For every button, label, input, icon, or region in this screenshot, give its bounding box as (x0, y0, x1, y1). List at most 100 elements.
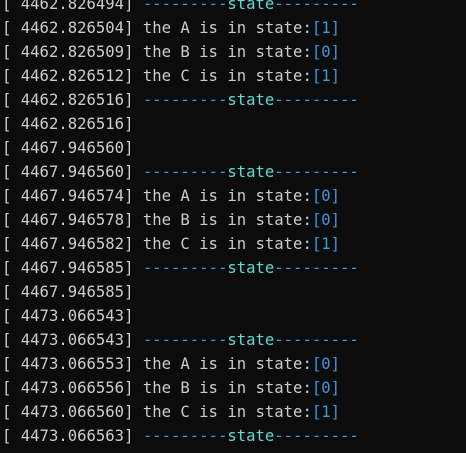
log-line: [ 4467.946585] (0, 280, 466, 304)
separator-dashes: --------- (142, 163, 228, 181)
timestamp-open-bracket: [ (2, 427, 21, 445)
timestamp-open-bracket: [ (2, 43, 21, 61)
separator-label: state (227, 0, 275, 13)
separator-dashes: --------- (142, 427, 228, 445)
separator-dashes: --------- (274, 91, 359, 109)
value-open-bracket: [ (311, 187, 322, 205)
separator-dashes: --------- (142, 259, 228, 277)
separator-label: state (227, 331, 275, 349)
value-close-bracket: ] (330, 211, 341, 229)
state-value: 1 (321, 67, 331, 85)
timestamp: 4467.946582 (20, 235, 125, 253)
log-line: [ 4467.946585] ---------state--------- (0, 256, 466, 280)
separator-dashes: --------- (274, 0, 359, 13)
state-value: 0 (321, 187, 331, 205)
timestamp-open-bracket: [ (2, 211, 21, 229)
separator-dashes: --------- (274, 163, 359, 181)
timestamp: 4467.946560 (20, 139, 125, 157)
value-open-bracket: [ (311, 355, 322, 373)
value-close-bracket: ] (330, 235, 341, 253)
log-line: [ 4467.946578] the B is in state:[0] (0, 208, 466, 232)
separator-dashes: --------- (142, 0, 228, 13)
timestamp: 4473.066553 (20, 355, 125, 373)
timestamp: 4467.946560 (20, 163, 125, 181)
state-value: 1 (321, 235, 331, 253)
log-line: [ 4467.946560] (0, 136, 466, 160)
state-text: the A is in state: (133, 19, 312, 37)
timestamp: 4473.066560 (20, 403, 125, 421)
log-line: [ 4462.826516] (0, 112, 466, 136)
state-text: the B is in state: (133, 211, 312, 229)
timestamp-open-bracket: [ (2, 403, 21, 421)
timestamp-open-bracket: [ (2, 235, 21, 253)
timestamp: 4473.066556 (20, 379, 125, 397)
value-open-bracket: [ (311, 67, 322, 85)
state-text: the B is in state: (133, 379, 312, 397)
timestamp-open-bracket: [ (2, 379, 21, 397)
log-line: [ 4462.826512] the C is in state:[1] (0, 64, 466, 88)
value-open-bracket: [ (311, 403, 322, 421)
separator-dashes: --------- (274, 259, 359, 277)
timestamp: 4462.826509 (20, 43, 125, 61)
separator-label: state (227, 427, 275, 445)
value-close-bracket: ] (330, 403, 341, 421)
timestamp: 4467.946585 (20, 283, 125, 301)
value-close-bracket: ] (330, 379, 341, 397)
log-line: [ 4462.826494] ---------state--------- (0, 0, 466, 16)
state-value: 0 (321, 211, 331, 229)
timestamp-open-bracket: [ (2, 283, 21, 301)
state-value: 1 (321, 19, 331, 37)
state-text: the C is in state: (133, 67, 312, 85)
log-line: [ 4473.066543] (0, 304, 466, 328)
timestamp-close-bracket: ] (124, 115, 134, 133)
timestamp-close-bracket: ] (124, 283, 134, 301)
value-open-bracket: [ (311, 379, 322, 397)
timestamp: 4467.946578 (20, 211, 125, 229)
timestamp: 4462.826504 (20, 19, 125, 37)
timestamp-close-bracket: ] (124, 307, 134, 325)
timestamp-open-bracket: [ (2, 331, 21, 349)
value-close-bracket: ] (330, 19, 341, 37)
log-line: [ 4462.826509] the B is in state:[0] (0, 40, 466, 64)
timestamp-open-bracket: [ (2, 139, 21, 157)
timestamp-open-bracket: [ (2, 0, 21, 13)
timestamp: 4462.826512 (20, 67, 125, 85)
timestamp: 4473.066543 (20, 331, 125, 349)
state-value: 0 (321, 43, 331, 61)
terminal-output[interactable]: [ 4462.826494] ---------state---------[ … (0, 0, 466, 448)
log-line: [ 4473.066560] the C is in state:[1] (0, 400, 466, 424)
value-open-bracket: [ (311, 43, 322, 61)
log-line: [ 4462.826516] ---------state--------- (0, 88, 466, 112)
value-open-bracket: [ (311, 235, 322, 253)
state-value: 0 (321, 355, 331, 373)
state-text: the A is in state: (133, 355, 312, 373)
log-line: [ 4462.826504] the A is in state:[1] (0, 16, 466, 40)
timestamp: 4467.946574 (20, 187, 125, 205)
log-line: [ 4473.066563] ---------state--------- (0, 424, 466, 448)
separator-label: state (227, 163, 275, 181)
timestamp: 4467.946585 (20, 259, 125, 277)
value-close-bracket: ] (330, 187, 341, 205)
state-value: 0 (321, 379, 331, 397)
timestamp-open-bracket: [ (2, 355, 21, 373)
timestamp-open-bracket: [ (2, 307, 21, 325)
timestamp: 4462.826516 (20, 115, 125, 133)
log-line: [ 4467.946582] the C is in state:[1] (0, 232, 466, 256)
state-text: the C is in state: (133, 403, 312, 421)
state-text: the C is in state: (133, 235, 312, 253)
separator-dashes: --------- (142, 331, 228, 349)
timestamp-close-bracket: ] (124, 139, 134, 157)
log-line: [ 4473.066543] ---------state--------- (0, 328, 466, 352)
timestamp-open-bracket: [ (2, 163, 21, 181)
value-open-bracket: [ (311, 19, 322, 37)
timestamp-open-bracket: [ (2, 19, 21, 37)
separator-dashes: --------- (274, 427, 359, 445)
value-close-bracket: ] (330, 43, 341, 61)
value-close-bracket: ] (330, 67, 341, 85)
separator-dashes: --------- (274, 331, 359, 349)
timestamp-open-bracket: [ (2, 67, 21, 85)
